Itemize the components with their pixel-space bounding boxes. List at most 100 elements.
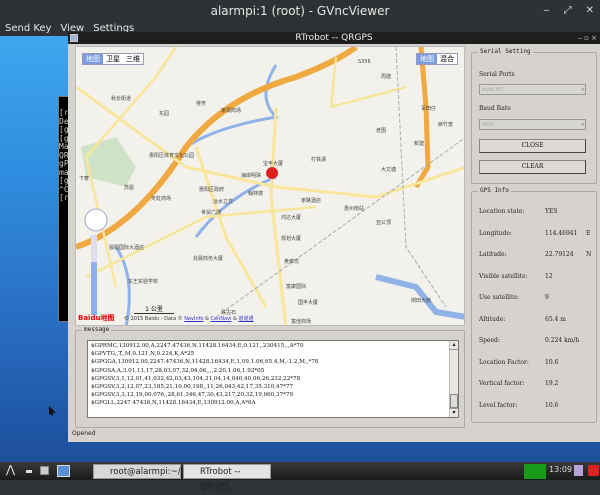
viewer-title: alarmpi:1 (root) - GVncViewer: [0, 0, 600, 22]
serial-port-value: ttyACM0: [482, 87, 504, 93]
serial-ports-label: Serial Ports: [479, 71, 515, 78]
scroll-down-icon[interactable]: ▾: [450, 408, 458, 417]
map-label[interactable]: 兆晨商务大厦: [193, 255, 223, 262]
menu-send-key[interactable]: Send Key: [5, 22, 52, 36]
gps-value: 12: [545, 272, 553, 280]
map-type-3d[interactable]: 三维: [123, 54, 143, 64]
map-label[interactable]: 国丰大厦: [298, 299, 318, 306]
nmea-line: $GPGGA,130912.00,2247.47436,N,11428.1643…: [91, 359, 319, 366]
power-icon[interactable]: [588, 465, 599, 476]
map-right-map[interactable]: 地图: [417, 54, 437, 64]
map-label[interactable]: 东园: [159, 110, 169, 117]
window-controls[interactable]: ‒ ▫ ×: [577, 32, 597, 44]
gps-value: 10.6: [545, 401, 559, 409]
window-switch-icon[interactable]: [40, 466, 49, 475]
map-label[interactable]: 骏阳国际大酒店: [109, 244, 144, 251]
map-label[interactable]: 东王实验学校: [128, 278, 158, 285]
nmea-line: $GPRMC,130912.00,A,2247.47436,N,11428.16…: [91, 343, 304, 349]
map-label[interactable]: 家路酒店: [301, 197, 321, 204]
map-label[interactable]: 大文塘: [381, 166, 396, 173]
map-label[interactable]: 打铁湖: [311, 156, 326, 163]
gps-label: Level factor:: [479, 401, 518, 409]
message-group-title: message: [82, 326, 112, 333]
scroll-thumb[interactable]: [450, 394, 458, 408]
map-scale: 1 公里: [134, 304, 174, 314]
map-label[interactable]: 排芳: [196, 100, 206, 107]
serial-setting-group: Serial Setting Serial Ports ttyACM0 ▾ Bau…: [471, 48, 597, 184]
map-label[interactable]: 世贸广场: [201, 209, 221, 216]
map-label[interactable]: 家润商场: [221, 107, 241, 114]
baidu-map[interactable]: 地图 卫星 三维 地图 混合 秋长街道排芳家润商场 东园 周建军田仔麻竹笼惠阳区体育…: [75, 46, 465, 326]
task-qrgps[interactable]: RTrobot -- QRGPS: [183, 464, 271, 492]
map-label[interactable]: 惠州南站: [344, 205, 364, 212]
map-label[interactable]: 新建: [414, 140, 424, 147]
network-icon[interactable]: [574, 465, 583, 476]
menu-launcher-icon[interactable]: ⋀: [6, 463, 15, 476]
baud-rate-select[interactable]: 9600 ▾: [479, 119, 586, 130]
map-label[interactable]: 亚公顶: [376, 219, 391, 226]
scroll-up-icon[interactable]: ▴: [450, 341, 458, 350]
map-label[interactable]: 岗田大桥: [411, 297, 431, 304]
app-title: RTrobot -- QRGPS: [68, 32, 600, 44]
map-label[interactable]: 苏屋: [124, 184, 134, 191]
map-label[interactable]: 富康国际: [286, 283, 306, 290]
map-label[interactable]: S356: [358, 59, 371, 65]
nmea-line: $GPVTG,,T,,M,0.121,N,0.224,K,A*25: [91, 351, 195, 358]
gps-value: 65.4 m: [545, 315, 566, 323]
gps-unit: N: [586, 251, 592, 258]
nmea-line: $GPGSV,3,1,12,01,41,032,42,03,43,104,31,…: [91, 375, 301, 382]
map-right-hybrid[interactable]: 混合: [437, 54, 457, 64]
map-label[interactable]: 宝丰大厦: [263, 160, 283, 167]
map-type-map[interactable]: 地图: [83, 54, 103, 64]
map-label[interactable]: 天虹商场: [151, 195, 171, 202]
gps-label: Latitude:: [479, 251, 507, 258]
gps-label: Longitude:: [479, 229, 512, 237]
map-type-satellite[interactable]: 卫星: [103, 54, 123, 64]
message-textarea[interactable]: $GPRMC,130912.00,A,2247.47436,N,11428.16…: [87, 340, 459, 418]
gps-label: Location Factor:: [479, 358, 529, 366]
map-label[interactable]: 军田仔: [421, 105, 436, 112]
maximize-button[interactable]: ⤢: [564, 0, 572, 22]
minimize-button[interactable]: ‒: [543, 0, 549, 22]
link-daodaotong[interactable]: 道道通: [239, 316, 254, 322]
link-navinfo[interactable]: NavInfo: [184, 316, 203, 322]
map-label[interactable]: 规划大厦: [281, 235, 301, 242]
close-port-button[interactable]: CLOSE: [479, 139, 586, 153]
map-label[interactable]: 惠阳区体育文化公园: [149, 152, 194, 159]
baud-rate-label: Baud Rate: [479, 105, 511, 112]
window-icon: [70, 34, 78, 42]
map-label[interactable]: 惠阳区政府: [199, 186, 224, 193]
minimize-all-icon[interactable]: [26, 470, 32, 473]
status-bar: Opened: [72, 430, 96, 437]
map-label[interactable]: 秋长街道: [111, 95, 131, 102]
map-label[interactable]: 麻竹笼: [438, 121, 453, 128]
gps-value: 9: [545, 294, 549, 301]
serial-port-select[interactable]: ttyACM0 ▾: [479, 84, 586, 95]
gps-label: Speed:: [479, 337, 500, 344]
close-button[interactable]: ✕: [586, 0, 594, 22]
clear-button[interactable]: CLEAR: [479, 160, 586, 174]
nmea-line: $GPGLL,2247.47436,N,11428.16434,E,130912…: [91, 400, 256, 407]
gps-value: YES: [545, 208, 558, 215]
nmea-line: $GPGSA,A,3,01,11,17,28,03,07,32,04,06,,,…: [91, 367, 265, 374]
gps-label: Altitude:: [479, 315, 506, 323]
gps-label: Vertical factor:: [479, 380, 525, 387]
map-label[interactable]: 海岸明珠: [241, 172, 261, 179]
map-label[interactable]: 下寮: [79, 175, 89, 182]
map-label[interactable]: 翰林楼: [248, 190, 263, 197]
gps-info-group: GPS Info Location state: YES Longitude: 114…: [471, 187, 597, 423]
map-label[interactable]: 黄茉坑: [284, 258, 299, 265]
map-label[interactable]: 老围: [376, 127, 386, 134]
map-label[interactable]: 鸿达大厦: [281, 214, 301, 221]
serial-group-title: Serial Setting: [478, 48, 533, 55]
map-label[interactable]: 淡水立交: [213, 198, 233, 205]
map-label[interactable]: 周建: [381, 73, 391, 80]
baidu-logo: Baidu地图: [78, 314, 115, 322]
task-terminal[interactable]: root@alarmpi:~/bui...: [93, 464, 202, 479]
map-label[interactable]: 富佳商场: [291, 318, 311, 325]
desktop-icon[interactable]: [57, 465, 70, 477]
gps-value: 22.79124: [545, 251, 574, 258]
message-scrollbar[interactable]: ▴ ▾: [449, 341, 458, 417]
clock[interactable]: 13:09: [549, 465, 572, 474]
link-cennavi[interactable]: CenNavi: [211, 316, 232, 322]
